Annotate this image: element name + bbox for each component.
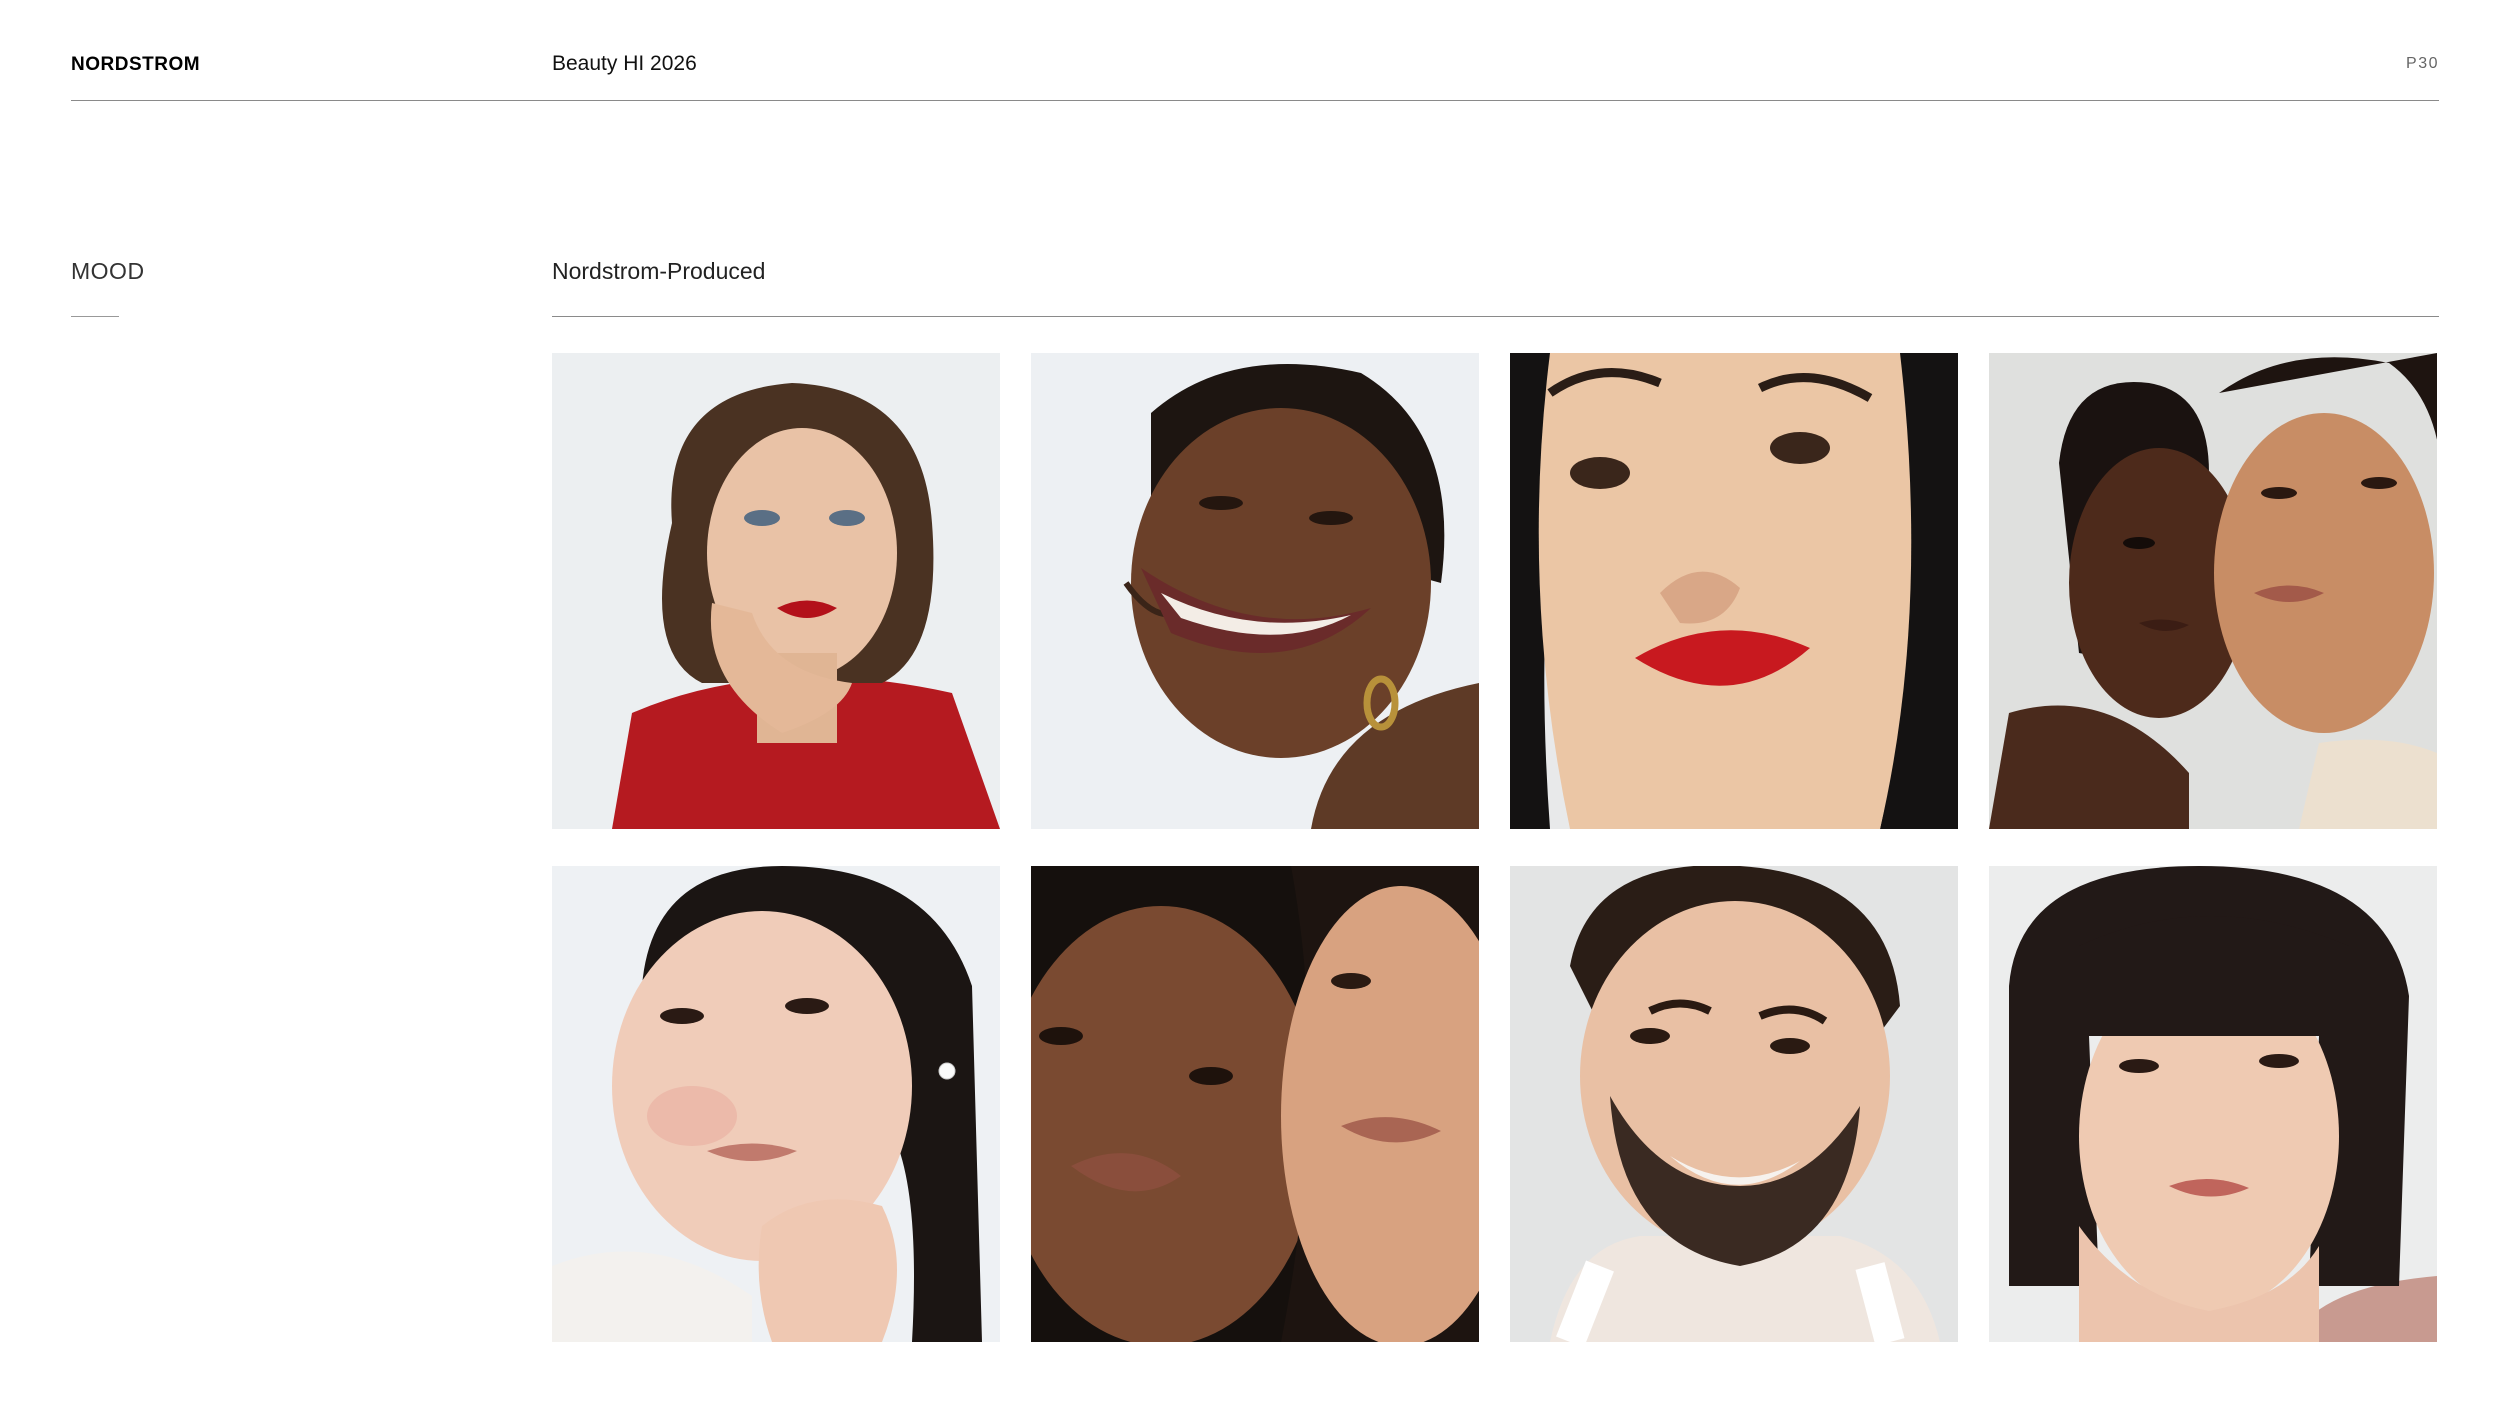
document-title: Beauty HI 2026 <box>552 52 697 75</box>
portrait-photo-icon <box>1031 866 1479 1342</box>
section-subtitle: Nordstrom-Produced <box>552 258 766 284</box>
page-number: P30 <box>2406 55 2439 72</box>
brand-logo: NORDSTROM <box>71 54 201 75</box>
portrait-photo-icon <box>1031 353 1479 829</box>
portrait-photo-icon <box>1510 353 1958 829</box>
section-divider <box>71 316 119 317</box>
portrait-photo-4 <box>1989 353 2437 829</box>
page-header: NORDSTROM Beauty HI 2026 P30 <box>71 50 2439 101</box>
portrait-photo-icon <box>552 866 1000 1342</box>
portrait-photo-6 <box>1031 866 1479 1342</box>
portrait-photo-icon <box>552 353 1000 829</box>
portrait-photo-icon <box>1989 866 2437 1342</box>
slide-page: NORDSTROM Beauty HI 2026 P30 MOOD Nordst… <box>0 0 2500 1405</box>
portrait-photo-icon <box>1989 353 2437 829</box>
portrait-photo-8 <box>1989 866 2437 1342</box>
portrait-photo-5 <box>552 866 1000 1342</box>
photo-grid <box>552 353 2439 1342</box>
portrait-photo-2 <box>1031 353 1479 829</box>
subtitle-divider <box>552 316 2439 317</box>
section-label: MOOD <box>71 258 145 284</box>
portrait-photo-1 <box>552 353 1000 829</box>
portrait-photo-icon <box>1510 866 1958 1342</box>
portrait-photo-3 <box>1510 353 1958 829</box>
portrait-photo-7 <box>1510 866 1958 1342</box>
